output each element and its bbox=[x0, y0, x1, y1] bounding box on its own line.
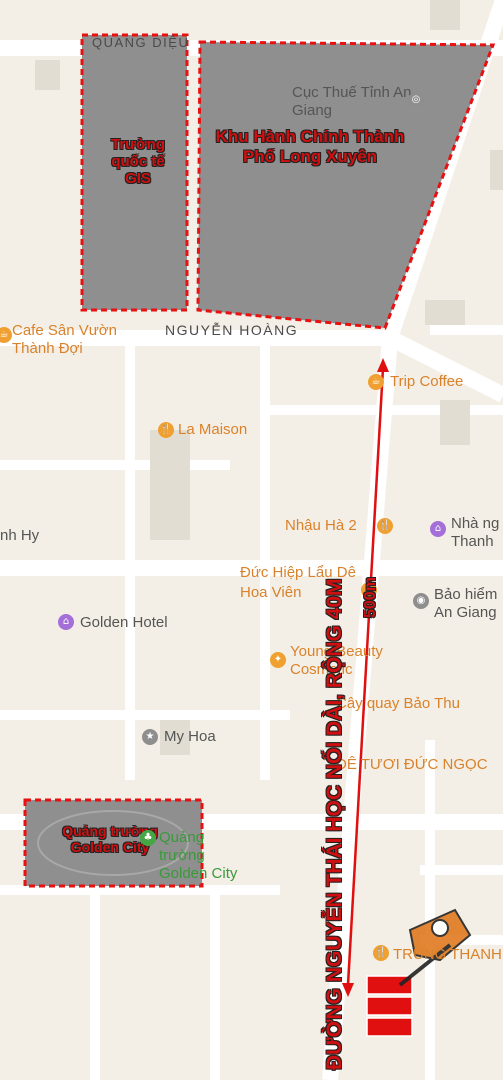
young-beauty-icon[interactable]: ✦ bbox=[270, 652, 286, 668]
la-maison-icon[interactable]: 🍴 bbox=[158, 422, 174, 438]
poi-cafe-san-vuon[interactable]: Cafe Sân Vườn Thành Đợi bbox=[12, 322, 132, 358]
poi-thanh-hy[interactable]: nh Hy bbox=[0, 527, 39, 544]
street-label-nguyen-hoang: NGUYỄN HOÀNG bbox=[165, 322, 299, 338]
trung-thanh-icon[interactable]: 🍴 bbox=[373, 945, 389, 961]
square-park-icon[interactable]: ♣ bbox=[140, 830, 156, 846]
poi-tax-office-text: Cục Thuế Tỉnh An Giang bbox=[292, 84, 412, 119]
trip-coffee-icon[interactable]: ☕ bbox=[368, 374, 384, 390]
poi-golden-city-square[interactable]: Quảng trường Golden City bbox=[159, 829, 244, 883]
tax-office-icon[interactable]: ◎ bbox=[408, 92, 424, 108]
poi-de-tuoi[interactable]: DÊ TƯƠI ĐỨC NGỌC bbox=[336, 756, 488, 773]
poi-cay-quay[interactable]: Cây quay Bảo Thu bbox=[336, 695, 460, 712]
poi-nhau-ha[interactable]: Nhậu Hà 2 bbox=[285, 517, 357, 534]
poi-nha-nghi[interactable]: Nhà ng Thanh bbox=[451, 515, 503, 551]
road-annotation: ĐƯỜNG NGUYỄN THÁI HỌC NỐI DÀI, RỘNG 40M bbox=[323, 578, 346, 1070]
my-hoa-icon[interactable]: ★ bbox=[142, 729, 158, 745]
poi-la-maison[interactable]: La Maison bbox=[178, 421, 247, 438]
poi-my-hoa[interactable]: My Hoa bbox=[164, 728, 216, 745]
zone-label-admin: Khu Hành Chính Thành Phố Long Xuyên bbox=[215, 127, 405, 166]
lot-markers[interactable] bbox=[366, 975, 413, 1037]
bao-hiem-icon[interactable]: ◉ bbox=[413, 593, 429, 609]
poi-bao-hiem[interactable]: Bảo hiểm An Giang bbox=[434, 586, 503, 622]
poi-trung-thanh[interactable]: TRUNG THANH bbox=[393, 946, 502, 963]
nhau-ha-icon[interactable]: 🍴 bbox=[377, 518, 393, 534]
poi-trip-coffee[interactable]: Trip Coffee bbox=[390, 373, 463, 390]
street-label-quang-dieu: QUANG DIỆU bbox=[92, 35, 190, 50]
distance-label: 500m bbox=[362, 577, 379, 618]
poi-young-beauty[interactable]: Young Beauty Cosmetic bbox=[290, 643, 410, 679]
zone-label-gis: Trường quốc tế GIS bbox=[110, 136, 166, 187]
poi-tax-office-label[interactable]: Cục Thuế Tỉnh An Giang bbox=[292, 84, 412, 120]
hotel-nha-nghi-icon[interactable]: ⌂ bbox=[430, 521, 446, 537]
golden-hotel-icon[interactable]: ⌂ bbox=[58, 614, 74, 630]
poi-golden-hotel[interactable]: Golden Hotel bbox=[80, 614, 168, 631]
